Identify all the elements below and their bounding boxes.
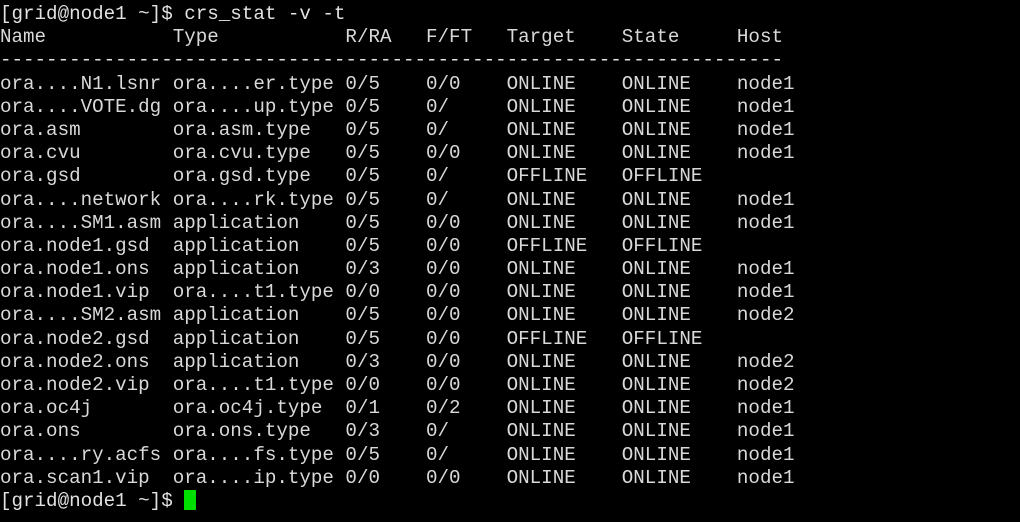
- table-row: ora.node2.vip ora....t1.type 0/0 0/0 ONL…: [0, 374, 795, 396]
- table-row: ora.node1.gsd application 0/5 0/0 OFFLIN…: [0, 234, 703, 257]
- table-row: ora....SM1.asm application 0/5 0/0 ONLIN…: [0, 211, 795, 234]
- final-prompt-line: [grid@node1 ~]$: [0, 489, 795, 513]
- table-row: ora.node2.ons application 0/3 0/0 ONLINE…: [0, 350, 795, 373]
- table-row: ora....N1.lsnr ora....er.type 0/5 0/0 ON…: [0, 72, 795, 95]
- table-row: ora.node1.ons application 0/3 0/0 ONLINE…: [0, 258, 795, 281]
- command-prompt-line: [grid@node1 ~]$ crs_stat -v -t: [0, 3, 346, 25]
- table-header-row: Name Type R/RA F/FT Target State Host: [0, 26, 783, 49]
- block-cursor: [184, 489, 196, 510]
- table-row: ora.asm ora.asm.type 0/5 0/ ONLINE ONLIN…: [0, 118, 795, 141]
- table-row: ora....SM2.asm application 0/5 0/0 ONLIN…: [0, 304, 795, 327]
- table-row: ora.node2.gsd application 0/5 0/0 OFFLIN…: [0, 327, 703, 350]
- table-row: ora....network ora....rk.type 0/5 0/ ONL…: [0, 188, 795, 211]
- table-row: ora.gsd ora.gsd.type 0/5 0/ OFFLINE OFFL…: [0, 165, 703, 188]
- terminal-window[interactable]: [grid@node1 ~]$ crs_stat -v -t Name Type …: [0, 0, 1020, 522]
- table-separator: ----------------------------------------…: [0, 49, 783, 72]
- table-row: ora.node1.vip ora....t1.type 0/0 0/0 ONL…: [0, 281, 795, 304]
- table-row: ora....VOTE.dg ora....up.type 0/5 0/ ONL…: [0, 95, 795, 118]
- table-row: ora.scan1.vip ora....ip.type 0/0 0/0 ONL…: [0, 466, 795, 489]
- shell-prompt: [grid@node1 ~]$: [0, 489, 185, 512]
- table-row: ora....ry.acfs ora....fs.type 0/5 0/ ONL…: [0, 443, 795, 466]
- table-row: ora.ons ora.ons.type 0/3 0/ ONLINE ONLIN…: [0, 420, 795, 443]
- terminal-screen[interactable]: [grid@node1 ~]$ crs_stat -v -t Name Type …: [0, 3, 795, 513]
- table-row: ora.oc4j ora.oc4j.type 0/1 0/2 ONLINE ON…: [0, 397, 795, 420]
- table-row: ora.cvu ora.cvu.type 0/5 0/0 ONLINE ONLI…: [0, 142, 795, 165]
